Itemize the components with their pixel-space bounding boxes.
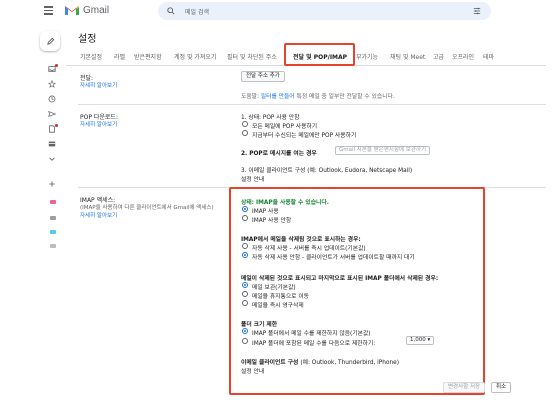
label-cyan-icon[interactable] bbox=[50, 230, 56, 234]
pop-learn-more-link[interactable]: 자세히 알아보기 bbox=[80, 120, 117, 128]
gmail-m-icon bbox=[65, 6, 79, 15]
forwarding-tip: 도움말: 필터를 만들어 특정 메일 중 일부만 전달할 수 있습니다. bbox=[241, 91, 395, 100]
tab-accounts[interactable]: 계정 및 가져오기 bbox=[174, 52, 216, 61]
tip-suffix: 특정 메일 중 일부만 전달할 수 있습니다. bbox=[296, 94, 395, 100]
app-name: Gmail bbox=[83, 4, 110, 16]
add-label-icon[interactable] bbox=[48, 180, 56, 188]
gmail-logo[interactable]: Gmail bbox=[64, 4, 109, 16]
pencil-icon bbox=[46, 37, 54, 45]
pop-action-select[interactable]: Gmail 사본을 받은편지함에 보관하기 bbox=[335, 146, 431, 155]
tab-filters[interactable]: 필터 및 차단된 주소 bbox=[227, 52, 277, 61]
tab-themes[interactable]: 테마 bbox=[483, 52, 494, 61]
page-title: 설정 bbox=[78, 34, 97, 45]
star-icon[interactable] bbox=[48, 80, 56, 88]
drafts-unread-dot bbox=[55, 124, 58, 127]
tab-advanced[interactable]: 고급 bbox=[433, 52, 444, 61]
settings-panel: 설정 기본설정 라벨 받은편지함 계정 및 가져오기 필터 및 차단된 주소 전… bbox=[66, 24, 546, 400]
right-side-panel bbox=[546, 24, 560, 400]
tab-inbox[interactable]: 받은편지함 bbox=[134, 52, 162, 61]
section-divider bbox=[78, 104, 546, 105]
label-lightgray-icon[interactable] bbox=[50, 244, 56, 248]
tab-general[interactable]: 기본설정 bbox=[80, 52, 102, 61]
pop-status: 1. 상태: POP 사용 안함 bbox=[241, 115, 300, 121]
label-folder-icon[interactable] bbox=[48, 140, 56, 148]
sent-icon[interactable] bbox=[48, 110, 56, 118]
pop-new-label: 지금부터 수신되는 메일에만 POP 사용하기 bbox=[252, 133, 357, 139]
tab-highlight-box bbox=[284, 43, 355, 66]
more-expand-icon[interactable] bbox=[48, 155, 56, 163]
cancel-button[interactable]: 취소 bbox=[491, 382, 512, 393]
compose-button[interactable] bbox=[40, 31, 60, 51]
add-forwarding-address-button[interactable]: 전달 주소 추가 bbox=[241, 71, 285, 82]
pop-step3: 3. 이메일 클라이언트 구성 (예: Outlook, Eudora, Net… bbox=[241, 165, 412, 174]
pop-new-radio[interactable] bbox=[242, 130, 248, 136]
tip-prefix: 도움말: bbox=[241, 94, 259, 100]
pop-setup-link[interactable]: 설정 안내 bbox=[241, 174, 264, 183]
pop-all-label: 모든 메일에 POP 사용하기 bbox=[252, 124, 318, 130]
imap-learn-more-link[interactable]: 자세히 알아보기 bbox=[80, 211, 117, 219]
search-options-icon[interactable] bbox=[473, 7, 481, 15]
inbox-unread-dot bbox=[55, 64, 58, 67]
tab-addons[interactable]: 부가기능 bbox=[356, 52, 378, 61]
left-navigation-rail bbox=[36, 24, 66, 400]
main-menu-icon[interactable] bbox=[44, 6, 53, 15]
top-bar: Gmail 메일 검색 bbox=[0, 0, 560, 24]
tab-labels[interactable]: 라벨 bbox=[114, 52, 125, 61]
snoozed-clock-icon[interactable] bbox=[48, 95, 56, 103]
imap-highlight-box bbox=[229, 187, 485, 395]
search-input[interactable]: 메일 검색 bbox=[185, 7, 209, 16]
tab-offline[interactable]: 오프라인 bbox=[452, 52, 474, 61]
imap-sub-label: (IMAP을 사용하여 다른 클라이언트에서 Gmail에 액세스) bbox=[80, 205, 214, 211]
pop-step3-hint: (예: Outlook, Eudora, Netscape Mail) bbox=[307, 168, 413, 174]
save-changes-button[interactable]: 변경사항 저장 bbox=[443, 382, 486, 393]
tab-chat-meet[interactable]: 채팅 및 Meet bbox=[390, 52, 425, 61]
forwarding-learn-more-link[interactable]: 자세히 알아보기 bbox=[80, 81, 117, 89]
create-filter-link[interactable]: 필터를 만들어 bbox=[261, 94, 295, 100]
search-icon[interactable] bbox=[167, 7, 175, 15]
pop-all-radio[interactable] bbox=[242, 121, 248, 127]
label-pink-icon[interactable] bbox=[50, 200, 56, 204]
search-bar[interactable]: 메일 검색 bbox=[158, 2, 491, 20]
label-gray-icon[interactable] bbox=[50, 216, 56, 220]
pop-step2-label: 2. POP로 메시지를 여는 경우 bbox=[241, 151, 317, 157]
